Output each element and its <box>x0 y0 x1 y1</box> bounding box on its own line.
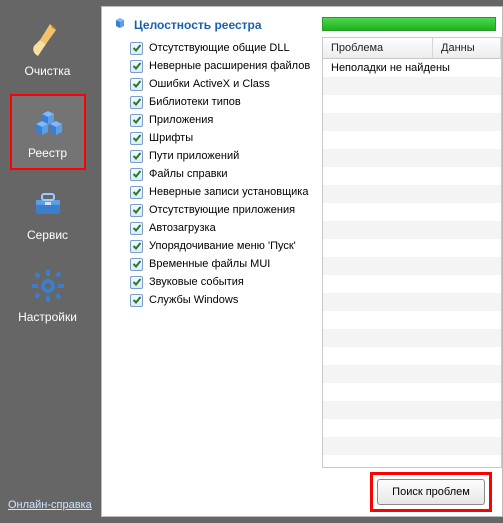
col-data[interactable]: Данны <box>433 38 501 58</box>
table-row[interactable]: Неполадки не найдены <box>323 59 501 77</box>
nav-label: Очистка <box>25 64 71 78</box>
checklist-label: Ошибки ActiveX и Class <box>149 78 270 90</box>
checklist-item[interactable]: Временные файлы MUI <box>130 255 316 273</box>
registry-cubes-icon <box>28 102 68 142</box>
nav-item-registry[interactable]: Реестр <box>10 94 86 170</box>
checklist-item[interactable]: Отсутствующие общие DLL <box>130 39 316 57</box>
scan-button[interactable]: Поиск проблем <box>377 479 485 505</box>
checklist-label: Временные файлы MUI <box>149 258 270 270</box>
progress-bar <box>322 17 496 31</box>
nav-label: Реестр <box>28 146 67 160</box>
nav-item-settings[interactable]: Настройки <box>10 258 86 334</box>
checklist-item[interactable]: Отсутствующие приложения <box>130 201 316 219</box>
nav-label: Настройки <box>18 310 77 324</box>
checklist-item[interactable]: Звуковые события <box>130 273 316 291</box>
checklist-item[interactable]: Автозагрузка <box>130 219 316 237</box>
checkbox-icon[interactable] <box>130 132 143 145</box>
sidebar: Очистка Реестр Сервис <box>0 0 95 523</box>
checkbox-icon[interactable] <box>130 186 143 199</box>
checklist-item[interactable]: Упорядочивание меню 'Пуск' <box>130 237 316 255</box>
checklist-pane: Целостность реестра Отсутствующие общие … <box>102 7 322 468</box>
checkbox-icon[interactable] <box>130 258 143 271</box>
nav-label: Сервис <box>27 228 68 242</box>
checklist-label: Звуковые события <box>149 276 244 288</box>
checkbox-icon[interactable] <box>130 60 143 73</box>
cell-problem: Неполадки не найдены <box>323 62 458 74</box>
checklist-item[interactable]: Неверные расширения файлов <box>130 57 316 75</box>
results-header: Проблема Данны <box>323 38 501 59</box>
checkbox-icon[interactable] <box>130 150 143 163</box>
section-title: Целостность реестра <box>134 18 262 32</box>
checklist-label: Упорядочивание меню 'Пуск' <box>149 240 296 252</box>
section-icon <box>112 17 128 33</box>
checklist-label: Службы Windows <box>149 294 238 306</box>
checkbox-icon[interactable] <box>130 96 143 109</box>
checkbox-icon[interactable] <box>130 78 143 91</box>
checklist-label: Библиотеки типов <box>149 96 241 108</box>
checklist-label: Пути приложений <box>149 150 239 162</box>
results-table: Проблема Данны Неполадки не найдены <box>322 37 502 468</box>
main-panel: Целостность реестра Отсутствующие общие … <box>101 6 503 517</box>
checklist-label: Шрифты <box>149 132 193 144</box>
checklist-item[interactable]: Библиотеки типов <box>130 93 316 111</box>
online-help-link[interactable]: Онлайн-справка <box>8 499 92 511</box>
checklist-label: Отсутствующие приложения <box>149 204 295 216</box>
col-problem[interactable]: Проблема <box>323 38 433 58</box>
checklist-item[interactable]: Ошибки ActiveX и Class <box>130 75 316 93</box>
checklist-item[interactable]: Файлы справки <box>130 165 316 183</box>
checklist-label: Приложения <box>149 114 213 126</box>
broom-icon <box>28 20 68 60</box>
checkbox-icon[interactable] <box>130 42 143 55</box>
checkbox-icon[interactable] <box>130 222 143 235</box>
checkbox-icon[interactable] <box>130 240 143 253</box>
checklist-item[interactable]: Пути приложений <box>130 147 316 165</box>
gear-icon <box>28 266 68 306</box>
checklist-item[interactable]: Приложения <box>130 111 316 129</box>
checklist-label: Автозагрузка <box>149 222 216 234</box>
toolbox-icon <box>28 184 68 224</box>
checklist-label: Файлы справки <box>149 168 228 180</box>
checklist-label: Неверные расширения файлов <box>149 60 310 72</box>
checklist-label: Отсутствующие общие DLL <box>149 42 290 54</box>
checklist-item[interactable]: Службы Windows <box>130 291 316 309</box>
footer: Поиск проблем <box>102 468 502 516</box>
nav-item-cleaner[interactable]: Очистка <box>10 12 86 88</box>
checkbox-icon[interactable] <box>130 114 143 127</box>
checkbox-icon[interactable] <box>130 168 143 181</box>
checklist-item[interactable]: Неверные записи установщика <box>130 183 316 201</box>
checkbox-icon[interactable] <box>130 276 143 289</box>
highlight-box: Поиск проблем <box>370 472 492 512</box>
checkbox-icon[interactable] <box>130 204 143 217</box>
checklist-item[interactable]: Шрифты <box>130 129 316 147</box>
checkbox-icon[interactable] <box>130 294 143 307</box>
results-body: Неполадки не найдены <box>323 59 501 467</box>
nav-item-tools[interactable]: Сервис <box>10 176 86 252</box>
checklist: Отсутствующие общие DLL Неверные расширен… <box>130 39 316 309</box>
checklist-label: Неверные записи установщика <box>149 186 308 198</box>
